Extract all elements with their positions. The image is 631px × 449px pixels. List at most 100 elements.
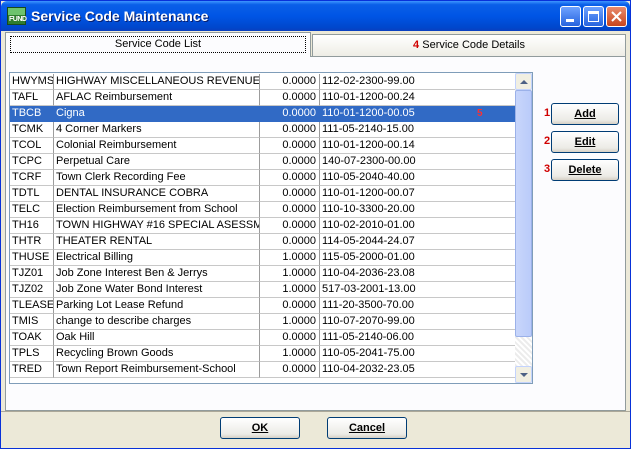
table-cell-description: Oak Hill	[54, 330, 260, 346]
table-row[interactable]: TJZ01 Job Zone Interest Ben & Jerrys 1.000…	[10, 266, 515, 282]
table-cell-amount: 0.0000	[260, 218, 320, 234]
delete-button[interactable]: Delete	[551, 159, 619, 181]
table-cell-code: TH16	[10, 218, 54, 234]
table-cell-account: 140-07-2300-00.00	[320, 154, 515, 170]
table-row[interactable]: TCMK 4 Corner Markers 0.0000 111-05-2140-15…	[10, 122, 515, 138]
minimize-icon[interactable]	[560, 6, 581, 27]
scroll-up-button[interactable]	[515, 73, 532, 90]
table-cell-account: 112-02-2300-99.00	[320, 74, 515, 90]
table-cell-description: Job Zone Interest Ben & Jerrys	[54, 266, 260, 282]
scroll-down-button[interactable]	[515, 366, 532, 383]
ok-button[interactable]: OK	[220, 417, 300, 439]
table-cell-amount: 0.0000	[260, 234, 320, 250]
table-cell-description: Town Report Reimbursement-School	[54, 362, 260, 378]
cancel-button[interactable]: Cancel	[327, 417, 407, 439]
table-cell-amount: 0.0000	[260, 202, 320, 218]
table-cell-code: THTR	[10, 234, 54, 250]
table-cell-description: TOWN HIGHWAY #16 SPECIAL ASESSME	[54, 218, 260, 234]
table-cell-account: 110-10-3300-20.00	[320, 202, 515, 218]
table-row[interactable]: TRED Town Report Reimbursement-School 0.00…	[10, 362, 515, 378]
table-cell-amount: 1.0000	[260, 250, 320, 266]
scroll-thumb[interactable]	[515, 90, 532, 337]
table-cell-code: TBCB	[10, 106, 54, 122]
table-cell-code: TAFL	[10, 90, 54, 106]
table-cell-account: 110-05-2040-40.00	[320, 170, 515, 186]
table-cell-account: 111-20-3500-70.00	[320, 298, 515, 314]
table-cell-code: TJZ02	[10, 282, 54, 298]
table-row[interactable]: TOAK Oak Hill 0.0000 111-05-2140-06.00	[10, 330, 515, 346]
table-cell-code: TCMK	[10, 122, 54, 138]
table-cell-description: Parking Lot Lease Refund	[54, 298, 260, 314]
tab-service-code-details[interactable]: 4 Service Code Details	[312, 34, 626, 56]
table-cell-account: 110-04-2036-23.08	[320, 266, 515, 282]
table-cell-description: AFLAC Reimbursement	[54, 90, 260, 106]
table-cell-code: HWYMS	[10, 74, 54, 90]
table-cell-amount: 1.0000	[260, 314, 320, 330]
table-row[interactable]: TMIS change to describe charges 1.0000 110-…	[10, 314, 515, 330]
table-cell-account: 110-01-1200-00.14	[320, 138, 515, 154]
table-cell-account: 110-04-2032-23.05	[320, 362, 515, 378]
table-cell-code: THUSE	[10, 250, 54, 266]
table-cell-amount: 0.0000	[260, 138, 320, 154]
table-cell-account: 110-01-1200-00.24	[320, 90, 515, 106]
grid-vertical-scrollbar[interactable]	[515, 73, 532, 383]
table-cell-account: 111-05-2140-15.00	[320, 122, 515, 138]
table-row[interactable]: TCPC Perpetual Care 0.0000 140-07-2300-00.0…	[10, 154, 515, 170]
title-bar[interactable]: FUND Service Code Maintenance	[1, 1, 630, 31]
table-cell-code: TCPC	[10, 154, 54, 170]
scroll-up-icon	[520, 80, 528, 84]
table-row[interactable]: HWYMS HIGHWAY MISCELLANEOUS REVENUE 0.0000…	[10, 74, 515, 90]
table-cell-amount: 0.0000	[260, 90, 320, 106]
scroll-down-icon	[520, 373, 528, 377]
table-row[interactable]: TCRF Town Clerk Recording Fee 0.0000 110-05…	[10, 170, 515, 186]
tab-details-number: 4	[413, 39, 420, 51]
add-number: 1	[544, 107, 551, 119]
delete-number: 3	[544, 163, 551, 175]
service-code-window: FUND Service Code Maintenance Service Co…	[0, 0, 631, 449]
table-cell-description: Electrical Billing	[54, 250, 260, 266]
table-row[interactable]: TCOL Colonial Reimbursement 0.0000 110-01-1…	[10, 138, 515, 154]
table-cell-code: TDTL	[10, 186, 54, 202]
table-cell-description: change to describe charges	[54, 314, 260, 330]
table-cell-description: Recycling Brown Goods	[54, 346, 260, 362]
table-row[interactable]: TJZ02 Job Zone Water Bond Interest 1.0000 5…	[10, 282, 515, 298]
table-cell-amount: 0.0000	[260, 298, 320, 314]
table-row[interactable]: TBCB Cigna 0.0000 110-01-1200-00.05 5	[10, 106, 515, 122]
close-icon[interactable]	[606, 6, 627, 27]
maximize-icon[interactable]	[583, 6, 604, 27]
table-row[interactable]: TPLS Recycling Brown Goods 1.0000 110-05-20…	[10, 346, 515, 362]
add-button[interactable]: Add	[551, 103, 619, 125]
table-cell-code: TMIS	[10, 314, 54, 330]
table-cell-description: Town Clerk Recording Fee	[54, 170, 260, 186]
table-row[interactable]: TELC Election Reimbursement from School 0.…	[10, 202, 515, 218]
fund-app-icon: FUND	[7, 7, 27, 25]
table-cell-code: TRED	[10, 362, 54, 378]
table-cell-account: 115-05-2000-01.00	[320, 250, 515, 266]
table-row[interactable]: TAFL AFLAC Reimbursement 0.0000 110-01-1200…	[10, 90, 515, 106]
table-cell-amount: 0.0000	[260, 122, 320, 138]
edit-button[interactable]: Edit	[551, 131, 619, 153]
table-row[interactable]: THTR THEATER RENTAL 0.0000 114-05-2044-24.0…	[10, 234, 515, 250]
table-cell-description: DENTAL INSURANCE COBRA	[54, 186, 260, 202]
table-cell-description: Election Reimbursement from School	[54, 202, 260, 218]
tab-service-code-list[interactable]: Service Code List	[5, 32, 311, 57]
table-cell-code: TLEASE	[10, 298, 54, 314]
table-row[interactable]: TLEASE Parking Lot Lease Refund 0.0000 111-…	[10, 298, 515, 314]
table-cell-code: TPLS	[10, 346, 54, 362]
table-cell-account: 110-01-1200-00.07	[320, 186, 515, 202]
table-cell-account: 111-05-2140-06.00	[320, 330, 515, 346]
table-cell-code: TELC	[10, 202, 54, 218]
table-cell-code: TJZ01	[10, 266, 54, 282]
scroll-track[interactable]	[515, 337, 532, 366]
service-code-list-panel: HWYMS HIGHWAY MISCELLANEOUS REVENUE 0.0000…	[5, 56, 626, 411]
window-title: Service Code Maintenance	[31, 8, 209, 24]
table-cell-amount: 0.0000	[260, 154, 320, 170]
table-cell-code: TCOL	[10, 138, 54, 154]
table-cell-amount: 0.0000	[260, 330, 320, 346]
service-code-grid[interactable]: HWYMS HIGHWAY MISCELLANEOUS REVENUE 0.0000…	[9, 72, 533, 384]
table-row[interactable]: THUSE Electrical Billing 1.0000 115-05-2000…	[10, 250, 515, 266]
table-row[interactable]: TH16 TOWN HIGHWAY #16 SPECIAL ASESSME 0.00…	[10, 218, 515, 234]
table-cell-amount: 0.0000	[260, 74, 320, 90]
table-row[interactable]: TDTL DENTAL INSURANCE COBRA 0.0000 110-01-1…	[10, 186, 515, 202]
table-cell-description: Job Zone Water Bond Interest	[54, 282, 260, 298]
